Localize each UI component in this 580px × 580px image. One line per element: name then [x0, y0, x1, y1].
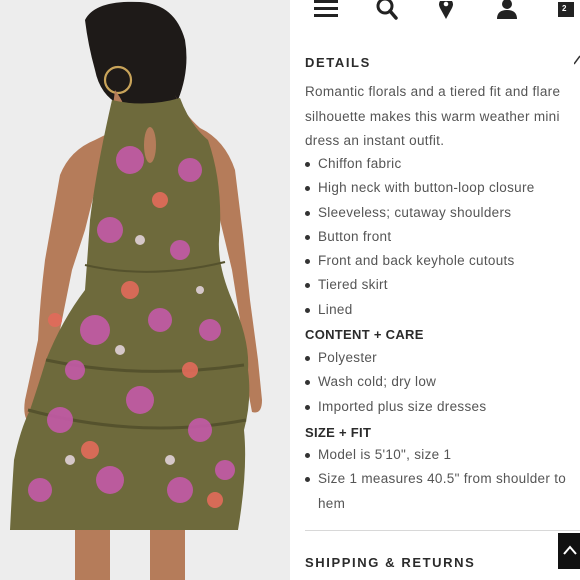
bullet — [305, 162, 310, 167]
model-in-floral-dress-image — [0, 0, 290, 580]
list-item: Sleeveless; cutaway shoulders — [305, 201, 577, 225]
account-icon[interactable] — [496, 0, 518, 25]
cart-icon[interactable]: 2 — [558, 0, 574, 23]
bullet — [305, 453, 310, 458]
chevron-right-icon[interactable] — [573, 52, 580, 70]
bullet — [305, 380, 310, 386]
size-fit-list: Model is 5'10", size 1 Size 1 measures 4… — [305, 443, 577, 516]
bullet — [305, 307, 310, 313]
list-item: Lined — [305, 298, 577, 322]
product-photo — [0, 0, 290, 580]
bullet — [305, 210, 310, 216]
section-divider — [305, 530, 580, 531]
details-heading[interactable]: DETAILS — [305, 55, 371, 70]
header-icon-bar: 2 — [304, 0, 580, 26]
list-item: Model is 5'10", size 1 — [305, 443, 577, 467]
list-item: High neck with button-loop closure — [305, 176, 577, 200]
search-icon[interactable] — [376, 0, 398, 25]
location-pin-icon[interactable] — [438, 0, 454, 25]
bullet — [305, 404, 310, 410]
list-item: Front and back keyhole cutouts — [305, 249, 577, 273]
bullet — [305, 259, 310, 265]
list-item: Tiered skirt — [305, 273, 577, 297]
product-description: Romantic florals and a tiered fit and fl… — [305, 84, 561, 148]
list-item: Chiffon fabric — [305, 152, 577, 176]
scroll-to-top-button[interactable] — [558, 533, 580, 569]
list-item: Imported plus size dresses — [305, 395, 577, 419]
shipping-returns-heading[interactable]: SHIPPING & RETURNS — [305, 555, 475, 570]
bullet — [305, 477, 310, 483]
content-care-list: Polyester Wash cold; dry low Imported pl… — [305, 346, 577, 419]
list-item: Wash cold; dry low — [305, 370, 577, 394]
menu-icon[interactable] — [314, 0, 338, 23]
size-fit-heading: SIZE + FIT — [305, 425, 372, 440]
list-item: Size 1 measures 40.5" from shoulder to h… — [305, 467, 577, 516]
product-details-panel: 2 DETAILS Romantic florals and a tiered … — [290, 0, 580, 580]
bullet — [305, 186, 310, 192]
feature-list: Chiffon fabric High neck with button-loo… — [305, 152, 577, 322]
chevron-up-icon — [563, 542, 577, 560]
bullet — [305, 283, 310, 289]
bullet — [305, 234, 310, 240]
cart-count: 2 — [562, 4, 567, 13]
bullet — [305, 356, 310, 361]
list-item: Polyester — [305, 346, 577, 370]
content-care-heading: CONTENT + CARE — [305, 327, 424, 342]
list-item: Button front — [305, 225, 577, 249]
